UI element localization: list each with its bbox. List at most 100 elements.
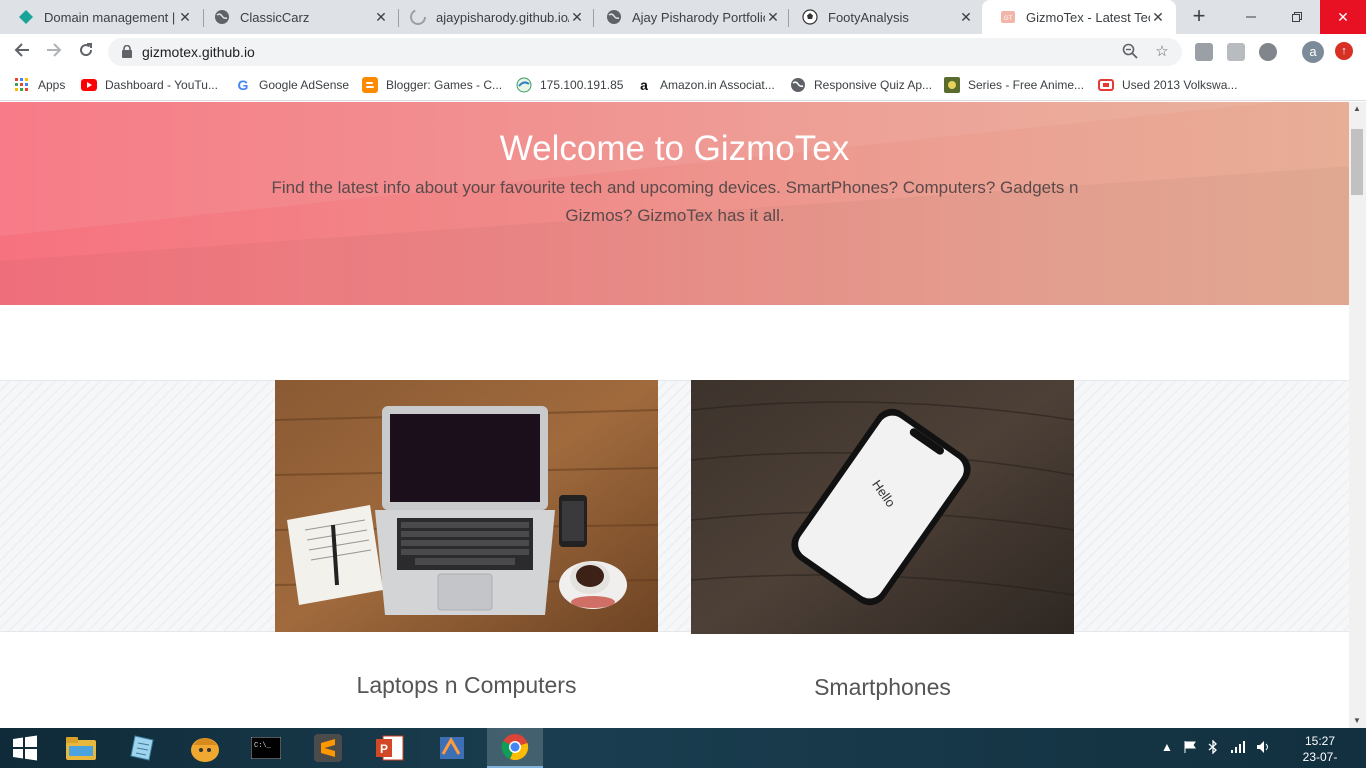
windows-taskbar: C:\_ P ▲ 15:27 23-07-2020 bbox=[0, 728, 1366, 780]
globe-icon bbox=[214, 9, 230, 25]
scroll-thumb[interactable] bbox=[1351, 129, 1363, 195]
bookmark-apps[interactable]: Apps bbox=[14, 75, 65, 95]
diamond-icon bbox=[18, 9, 34, 25]
back-arrow-icon[interactable] bbox=[10, 40, 34, 64]
github-icon bbox=[410, 9, 426, 25]
close-icon[interactable]: ✕ bbox=[765, 9, 781, 25]
tab-gizmotex-active[interactable]: GT GizmoTex - Latest Techn ✕ bbox=[982, 0, 1176, 34]
tab-classiccarz[interactable]: ClassicCarz ✕ bbox=[196, 0, 399, 34]
apps-grid-icon bbox=[14, 77, 30, 93]
tab-title: GizmoTex - Latest Techn bbox=[1026, 9, 1150, 25]
extension-icon[interactable] bbox=[1259, 43, 1277, 61]
bookmark-label: Apps bbox=[38, 78, 66, 92]
tab-title: Domain management | S bbox=[44, 9, 177, 25]
bookmark-label: 175.100.191.85 bbox=[540, 78, 624, 92]
minimize-icon[interactable] bbox=[1228, 0, 1274, 34]
close-icon[interactable]: ✕ bbox=[1150, 9, 1166, 25]
hero-title: Welcome to GizmoTex bbox=[499, 129, 850, 168]
bookmark-label: Amazon.in Associat... bbox=[660, 78, 775, 92]
app-icon[interactable] bbox=[177, 728, 233, 768]
car-site-icon bbox=[1098, 77, 1114, 93]
bookmark-responsive-quiz[interactable]: Responsive Quiz Ap... bbox=[790, 75, 932, 95]
smartphone-photo[interactable]: Hello bbox=[691, 380, 1074, 634]
network-signal-icon[interactable] bbox=[1230, 740, 1246, 757]
youtube-icon bbox=[81, 77, 97, 93]
bookmark-google-adsense[interactable]: G Google AdSense bbox=[235, 75, 350, 95]
bookmark-youtube-dashboard[interactable]: Dashboard - YouTu... bbox=[81, 75, 218, 95]
tab-title: Ajay Pisharody Portfolio bbox=[632, 9, 765, 25]
bookmarks-bar: Apps Dashboard - YouTu... G Google AdSen… bbox=[0, 70, 1366, 101]
update-arrow-icon[interactable]: ↑ bbox=[1335, 42, 1353, 60]
profile-avatar[interactable]: a bbox=[1302, 41, 1324, 63]
address-bar[interactable]: gizmotex.github.io ☆ bbox=[108, 38, 1182, 66]
extension-icon[interactable] bbox=[1195, 43, 1213, 61]
scroll-up-arrow-icon[interactable]: ▲ bbox=[1353, 104, 1361, 113]
windows-logo-icon bbox=[13, 735, 37, 761]
laptop-desk-photo[interactable] bbox=[275, 380, 658, 632]
chrome-icon[interactable] bbox=[487, 728, 543, 768]
bookmark-label: Series - Free Anime... bbox=[968, 78, 1085, 92]
bookmark-label: Used 2013 Volkswa... bbox=[1122, 78, 1238, 92]
bookmark-ip-address[interactable]: 175.100.191.85 bbox=[516, 75, 623, 95]
tab-footyanalysis[interactable]: FootyAnalysis ✕ bbox=[784, 0, 984, 34]
powerpoint-icon[interactable]: P bbox=[362, 728, 418, 768]
bookmark-star-icon[interactable]: ☆ bbox=[1153, 43, 1171, 61]
tab-ajaypisharody-github[interactable]: ajaypisharody.github.io/ ✕ bbox=[392, 0, 595, 34]
globe-icon bbox=[606, 9, 622, 25]
bluetooth-icon[interactable] bbox=[1208, 739, 1218, 757]
action-center-flag-icon[interactable] bbox=[1183, 740, 1197, 757]
globe-icon bbox=[790, 77, 806, 93]
close-icon[interactable]: ✕ bbox=[958, 9, 974, 25]
tab-domain-management[interactable]: Domain management | S ✕ bbox=[0, 0, 203, 34]
zoom-icon[interactable] bbox=[1121, 43, 1139, 61]
window-close-icon[interactable]: ✕ bbox=[1320, 0, 1366, 34]
tab-strip: Domain management | S ✕ ClassicCarz ✕ aj… bbox=[0, 0, 1366, 34]
page-viewport: Welcome to GizmoTex Find the latest info… bbox=[0, 102, 1349, 728]
bookmark-label: Blogger: Games - C... bbox=[386, 78, 503, 92]
ide-icon[interactable] bbox=[424, 728, 480, 768]
bookmark-blogger[interactable]: Blogger: Games - C... bbox=[362, 75, 502, 95]
tab-portfolio[interactable]: Ajay Pisharody Portfolio ✕ bbox=[588, 0, 791, 34]
forward-arrow-icon[interactable] bbox=[42, 40, 66, 64]
card-title-smartphones: Smartphones bbox=[814, 674, 951, 700]
clock-date: 23-07-2020 bbox=[1302, 750, 1338, 780]
bookmark-amazon-associates[interactable]: a Amazon.in Associat... bbox=[636, 75, 775, 95]
globe-icon bbox=[516, 77, 532, 93]
tab-title: ClassicCarz bbox=[240, 9, 310, 25]
bookmark-anime-series[interactable]: Series - Free Anime... bbox=[944, 75, 1084, 95]
sublime-text-icon[interactable] bbox=[300, 728, 356, 768]
clock-time: 15:27 bbox=[1304, 734, 1336, 748]
card-title-laptops: Laptops n Computers bbox=[356, 672, 577, 698]
restore-icon[interactable] bbox=[1274, 0, 1320, 34]
soccer-ball-icon bbox=[802, 9, 818, 25]
page-scrollbar[interactable]: ▲ ▼ bbox=[1349, 102, 1366, 728]
svg-text:GT: GT bbox=[1004, 16, 1013, 22]
start-button[interactable] bbox=[0, 728, 50, 768]
new-tab-plus-icon[interactable]: + bbox=[1186, 5, 1212, 29]
blogger-icon bbox=[362, 77, 378, 93]
close-icon[interactable]: ✕ bbox=[569, 9, 585, 25]
bookmark-used-volkswagen[interactable]: Used 2013 Volkswa... bbox=[1098, 75, 1237, 95]
system-clock[interactable]: 15:27 23-07-2020 bbox=[1290, 733, 1350, 781]
show-hidden-icons-chevron-icon[interactable]: ▲ bbox=[1161, 740, 1173, 754]
scroll-down-arrow-icon[interactable]: ▼ bbox=[1353, 716, 1361, 725]
notepad-icon[interactable] bbox=[115, 728, 171, 768]
volume-icon[interactable] bbox=[1256, 740, 1272, 757]
bookmark-label: Google AdSense bbox=[259, 78, 350, 92]
tab-title: FootyAnalysis bbox=[828, 9, 909, 25]
svg-text:C:\_: C:\_ bbox=[254, 742, 272, 750]
lock-icon[interactable] bbox=[122, 44, 132, 63]
extension-icon[interactable] bbox=[1227, 43, 1245, 61]
bookmark-label: Dashboard - YouTu... bbox=[105, 78, 218, 92]
reload-icon[interactable] bbox=[74, 40, 98, 64]
cmd-icon[interactable]: C:\_ bbox=[238, 728, 294, 768]
google-icon: G bbox=[237, 77, 249, 93]
hero-subtitle: Find the latest info about your favourit… bbox=[271, 178, 1079, 225]
file-explorer-icon[interactable] bbox=[53, 728, 109, 768]
image-band bbox=[0, 380, 1349, 632]
amazon-icon: a bbox=[640, 77, 648, 93]
close-icon[interactable]: ✕ bbox=[177, 9, 193, 25]
close-icon[interactable]: ✕ bbox=[373, 9, 389, 25]
browser-toolbar: gizmotex.github.io ☆ a ↑ bbox=[0, 34, 1366, 70]
gt-favicon: GT bbox=[1000, 9, 1016, 25]
